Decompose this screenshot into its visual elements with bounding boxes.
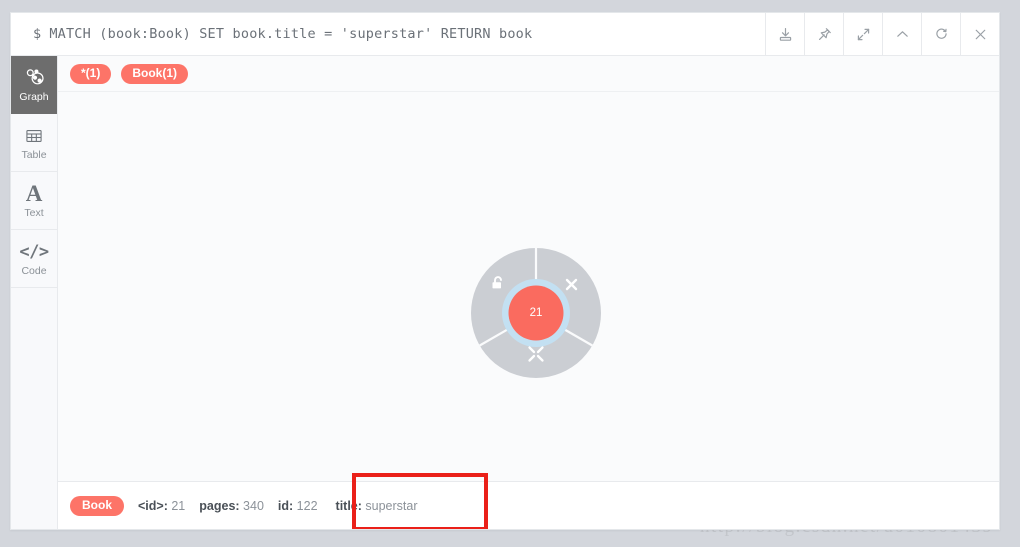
legend-chips: *(1) Book(1): [58, 56, 999, 92]
query-result-card: $ MATCH (book:Book) SET book.title = 'su…: [10, 12, 1000, 530]
expand-icon: [855, 26, 872, 43]
legend-chip-all[interactable]: *(1): [70, 63, 112, 84]
sidebar-item-table[interactable]: Table: [11, 114, 57, 172]
sidebar-item-label: Code: [21, 264, 47, 277]
property-key: title:: [335, 499, 362, 513]
property-title: title: superstar: [336, 499, 418, 513]
property-value: superstar: [365, 499, 418, 513]
node-label-chip[interactable]: Book: [70, 496, 124, 516]
graph-node-with-ring-menu[interactable]: 21: [471, 248, 601, 378]
download-button[interactable]: [765, 13, 804, 55]
property-value: 21: [171, 499, 186, 513]
chevron-up-icon: [894, 26, 911, 43]
result-topbar: $ MATCH (book:Book) SET book.title = 'su…: [11, 13, 999, 56]
query-prompt: $: [33, 26, 42, 42]
query-display[interactable]: $ MATCH (book:Book) SET book.title = 'su…: [11, 13, 765, 55]
screen: http://blog.csdn.net/u010801439 $ MATCH …: [0, 0, 1020, 547]
sidebar-item-code[interactable]: </> Code: [11, 230, 57, 288]
code-icon: </>: [19, 241, 49, 262]
property-key: pages:: [199, 499, 240, 513]
view-sidebar: Graph Table A Text </> Code: [11, 56, 58, 529]
property-key: id:: [277, 499, 294, 513]
fullscreen-button[interactable]: [843, 13, 882, 55]
close-button[interactable]: [960, 13, 999, 55]
property-id: <id>: 21: [138, 499, 185, 513]
graph-icon: [24, 67, 45, 89]
rerun-button[interactable]: [921, 13, 960, 55]
table-icon: [24, 125, 44, 147]
graph-view: *(1) Book(1) 21 Book <id>: 21 pages: 340…: [58, 56, 999, 529]
sidebar-item-graph[interactable]: Graph: [11, 56, 57, 114]
refresh-icon: [933, 26, 950, 43]
node-inspector-bar: Book <id>: 21 pages: 340 id: 122 title: …: [58, 473, 999, 529]
legend-chip-book[interactable]: Book(1): [121, 63, 189, 84]
close-icon: [972, 26, 989, 43]
property-key: <id>:: [138, 499, 168, 513]
property-value: 122: [296, 499, 318, 513]
query-text: MATCH (book:Book) SET book.title = 'supe…: [49, 26, 533, 42]
graph-canvas[interactable]: 21: [58, 92, 999, 481]
collapse-button[interactable]: [882, 13, 921, 55]
result-body: Graph Table A Text </> Code *(1) Book(1)…: [11, 56, 999, 529]
sidebar-item-text[interactable]: A Text: [11, 172, 57, 230]
property-pages: pages: 340: [199, 499, 264, 513]
sidebar-item-label: Graph: [19, 90, 49, 103]
result-toolbar: [765, 13, 999, 55]
sidebar-item-label: Table: [21, 148, 47, 161]
pin-icon: [816, 26, 833, 43]
sidebar-item-label: Text: [24, 206, 44, 219]
download-icon: [777, 26, 794, 43]
property-book-id: id: 122: [278, 499, 318, 513]
text-icon: A: [25, 180, 43, 206]
property-value: 340: [243, 499, 264, 513]
pin-button[interactable]: [804, 13, 843, 55]
